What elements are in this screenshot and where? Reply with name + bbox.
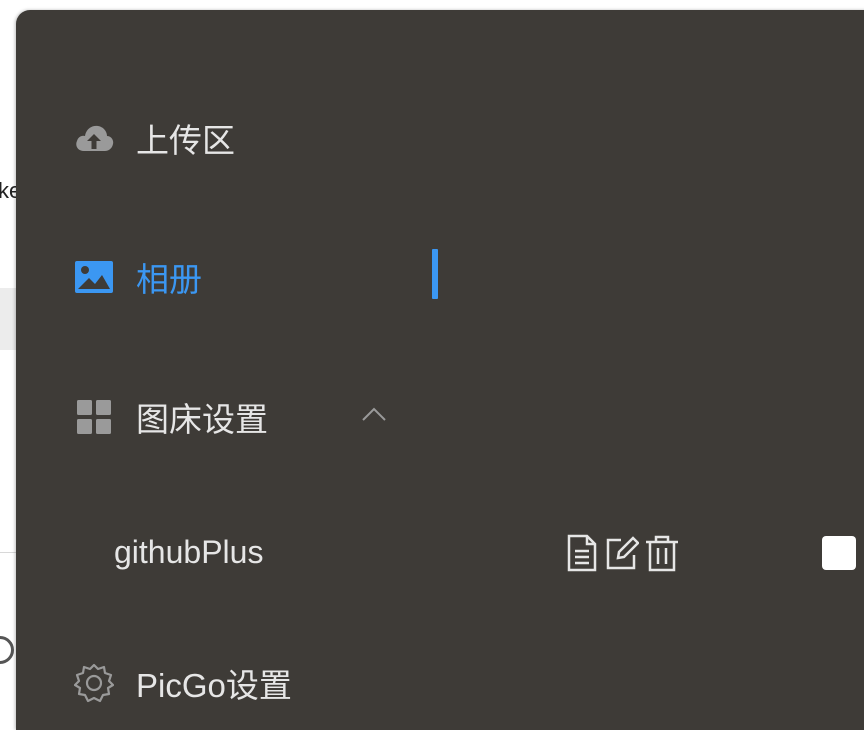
dropdown-menu: 上传区 相册 图床设置 githubPlus PicGo设置 (16, 10, 864, 730)
submenu-item-label: githubPlus (114, 534, 264, 570)
submenu-checkbox[interactable] (822, 536, 856, 570)
chevron-up-icon[interactable] (360, 403, 388, 425)
submenu-item-githubplus[interactable]: githubPlus (16, 520, 864, 580)
trash-icon[interactable] (644, 534, 680, 572)
menu-item-upload[interactable]: 上传区 (16, 108, 864, 168)
menu-item-label: PicGo设置 (136, 667, 292, 704)
background-circle-icon (0, 636, 14, 664)
menu-item-image-host-settings[interactable]: 图床设置 (16, 387, 864, 447)
document-icon[interactable] (564, 534, 600, 572)
cloud-upload-icon (74, 118, 114, 158)
edit-icon[interactable] (604, 534, 640, 572)
menu-item-label: 图床设置 (136, 401, 268, 438)
image-icon (74, 257, 114, 297)
submenu-actions (564, 534, 680, 572)
menu-item-picgo-settings[interactable]: PicGo设置 (16, 653, 864, 713)
menu-item-album[interactable]: 相册 (16, 247, 864, 307)
menu-item-label: 相册 (136, 261, 202, 298)
active-indicator (432, 249, 438, 299)
grid-icon (74, 397, 114, 437)
gear-icon (74, 663, 114, 703)
menu-item-label: 上传区 (136, 122, 235, 159)
